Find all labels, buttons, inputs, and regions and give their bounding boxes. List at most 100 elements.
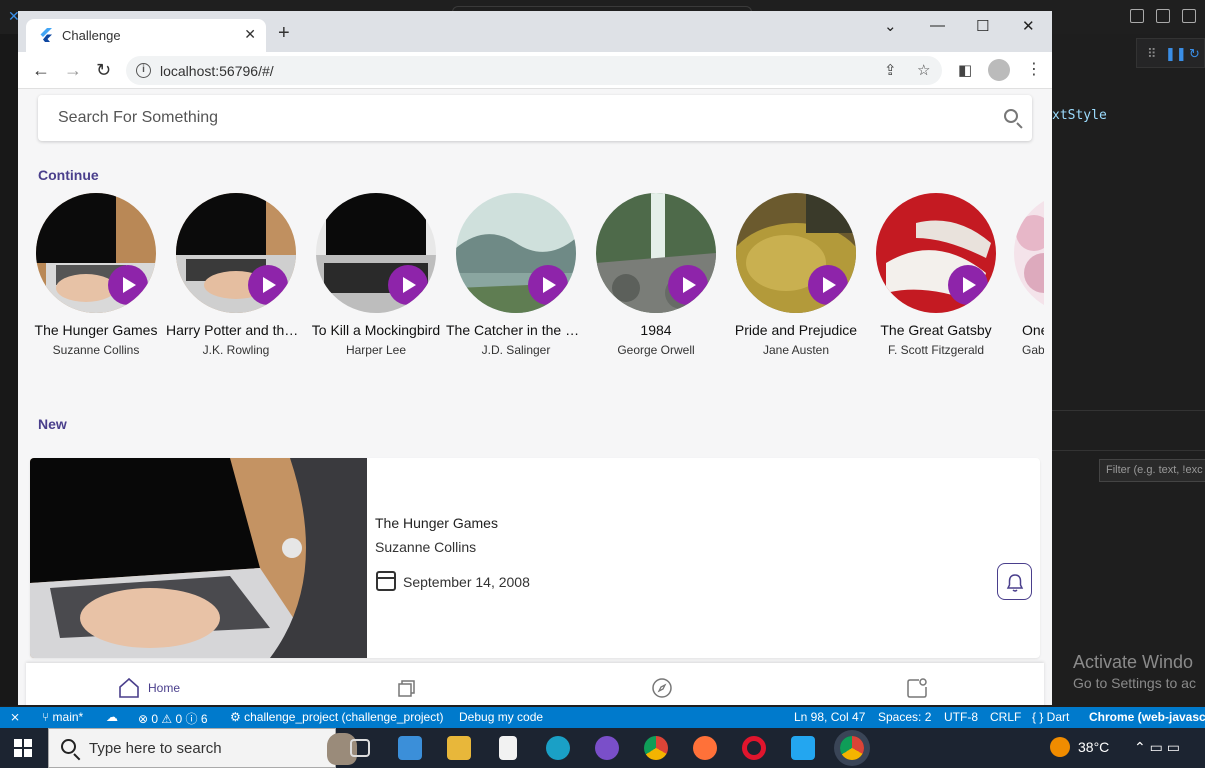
system-tray[interactable]: ⌃ ▭ ▭ xyxy=(1134,739,1180,756)
new-book-cover xyxy=(30,458,367,658)
side-panel-icon[interactable]: ◧ xyxy=(958,61,972,79)
continue-book-card[interactable]: The Hunger Games Suzanne Collins xyxy=(26,193,166,357)
taskbar-search-placeholder: Type here to search xyxy=(89,740,222,757)
toggle-secondary-sidebar-icon[interactable] xyxy=(1182,9,1196,23)
play-icon[interactable] xyxy=(528,265,568,305)
book-title: Harry Potter and the ... xyxy=(166,322,306,338)
menu-kebab-icon[interactable]: ⋮ xyxy=(1026,59,1042,79)
blossom-cover-image xyxy=(1014,193,1044,313)
indent-status[interactable]: Spaces: 2 xyxy=(878,710,931,724)
search-icon xyxy=(61,739,76,754)
taskbar-search[interactable]: Type here to search xyxy=(48,728,357,768)
play-icon[interactable] xyxy=(808,265,848,305)
edge-icon[interactable] xyxy=(546,736,570,760)
nav-explore[interactable] xyxy=(651,677,673,704)
book-cover xyxy=(736,193,856,313)
play-icon[interactable] xyxy=(668,265,708,305)
toggle-panel-icon[interactable] xyxy=(1156,9,1170,23)
notepad-icon[interactable] xyxy=(499,736,517,760)
nav-profile[interactable] xyxy=(906,677,928,704)
device-status[interactable]: Chrome (web-javascri xyxy=(1089,710,1205,724)
profile-avatar-icon[interactable] xyxy=(988,59,1010,81)
remote-icon[interactable]: ⨯ xyxy=(10,710,20,724)
play-icon[interactable] xyxy=(388,265,428,305)
play-icon[interactable] xyxy=(948,265,988,305)
forward-icon[interactable]: → xyxy=(64,60,82,80)
reload-icon[interactable]: ↻ xyxy=(96,60,111,80)
language-status[interactable]: { } Dart xyxy=(1032,710,1069,724)
play-icon[interactable] xyxy=(108,265,148,305)
back-icon[interactable]: ← xyxy=(32,60,50,80)
debug-console-filter[interactable]: Filter (e.g. text, !exc xyxy=(1099,459,1205,482)
chrome-active-icon[interactable] xyxy=(840,736,864,760)
bookmark-star-icon[interactable]: ☆ xyxy=(917,61,930,79)
bell-icon xyxy=(1006,574,1024,592)
book-title: One H xyxy=(1022,322,1044,338)
file-explorer-icon[interactable] xyxy=(447,736,471,760)
sync-icon[interactable]: ☁ xyxy=(106,710,118,724)
firefox-icon[interactable] xyxy=(693,736,717,760)
weather-widget[interactable]: 38°C xyxy=(1050,737,1109,757)
debug-status[interactable]: Debug my code xyxy=(459,710,543,724)
url-text: localhost:56796/#/ xyxy=(160,63,274,79)
profile-square-icon xyxy=(907,678,927,698)
eol-status[interactable]: CRLF xyxy=(990,710,1021,724)
nav-home-label[interactable]: Home xyxy=(148,681,180,695)
branch-name: main* xyxy=(52,710,84,724)
windows-start-icon[interactable] xyxy=(14,739,32,757)
opera-icon[interactable] xyxy=(742,736,766,760)
site-info-icon[interactable]: i xyxy=(136,63,151,78)
book-author: Jane Austen xyxy=(762,343,830,357)
vscode-activity-bar xyxy=(0,34,18,706)
continue-book-card[interactable]: 1984 George Orwell xyxy=(586,193,726,357)
task-view-icon[interactable] xyxy=(350,739,370,757)
problems-status[interactable]: ⊗ 0 ⚠ 0 ⓘ 6 xyxy=(138,710,208,727)
drag-handle-icon[interactable]: ⠿ xyxy=(1147,46,1157,62)
tab-search-icon[interactable]: ⌄ xyxy=(884,17,897,35)
nav-home[interactable] xyxy=(118,677,140,704)
code-fragment: xtStyle xyxy=(1052,108,1107,123)
continue-book-card[interactable]: The Great Gatsby F. Scott Fitzgerald xyxy=(866,193,1006,357)
branch-status[interactable]: ⑂ main* xyxy=(42,710,83,724)
continue-book-card[interactable]: To Kill a Mockingbird Harper Lee xyxy=(306,193,446,357)
book-title: To Kill a Mockingbird xyxy=(311,322,441,338)
windows-taskbar: Type here to search 38°C ⌃ ▭ ▭ xyxy=(0,728,1205,768)
book-title: The Catcher in the Rye xyxy=(446,322,586,338)
compass-icon xyxy=(652,678,672,698)
search-input[interactable] xyxy=(38,95,1032,141)
close-window-icon[interactable]: ✕ xyxy=(1022,17,1035,35)
browser-tab[interactable]: Challenge ✕ xyxy=(26,19,266,52)
continue-book-card[interactable]: Harry Potter and the ... J.K. Rowling xyxy=(166,193,306,357)
book-title: Pride and Prejudice xyxy=(734,322,858,338)
share-icon[interactable]: ⇪ xyxy=(884,61,897,79)
close-tab-icon[interactable]: ✕ xyxy=(244,26,256,43)
chrome-icon[interactable] xyxy=(644,736,668,760)
restart-icon[interactable]: ↻ xyxy=(1189,46,1200,62)
mail-icon[interactable] xyxy=(398,736,422,760)
book-author: J.K. Rowling xyxy=(202,343,270,357)
project-status[interactable]: ⚙ challenge_project (challenge_project) xyxy=(230,710,444,724)
encoding-status[interactable]: UTF-8 xyxy=(944,710,978,724)
search-icon[interactable] xyxy=(1004,109,1018,123)
vscode-icon[interactable] xyxy=(791,736,815,760)
nav-library[interactable] xyxy=(396,677,418,704)
continue-book-card[interactable]: One H Gabrie xyxy=(1006,193,1044,357)
continue-book-card[interactable]: The Catcher in the Rye J.D. Salinger xyxy=(446,193,586,357)
new-book-card[interactable]: The Hunger Games Suzanne Collins Septemb… xyxy=(30,458,1040,658)
cursor-position[interactable]: Ln 98, Col 47 xyxy=(794,710,865,724)
continue-book-card[interactable]: Pride and Prejudice Jane Austen xyxy=(726,193,866,357)
play-icon[interactable] xyxy=(248,265,288,305)
continue-carousel[interactable]: The Hunger Games Suzanne Collins Harry P… xyxy=(18,193,1044,363)
laptop-cover-image xyxy=(30,458,367,658)
toggle-sidebar-icon[interactable] xyxy=(1130,9,1144,23)
pause-icon[interactable]: ❚❚ xyxy=(1165,46,1187,62)
sun-icon xyxy=(1050,737,1070,757)
notify-button[interactable] xyxy=(997,563,1032,600)
minimize-icon[interactable]: — xyxy=(930,17,945,34)
new-tab-icon[interactable]: + xyxy=(278,23,290,43)
github-desktop-icon[interactable] xyxy=(595,736,619,760)
activate-windows-watermark: Activate Windo Go to Settings to ac xyxy=(1073,652,1196,691)
address-bar[interactable]: i localhost:56796/#/ xyxy=(126,56,942,85)
book-cover xyxy=(456,193,576,313)
maximize-icon[interactable]: ☐ xyxy=(976,17,989,35)
